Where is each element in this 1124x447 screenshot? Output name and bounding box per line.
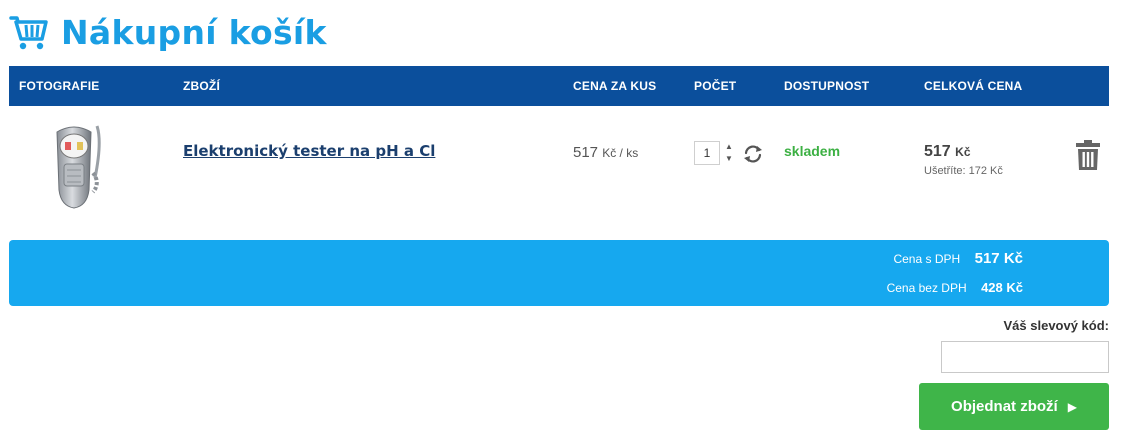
product-image[interactable] [43, 118, 105, 214]
quantity-input[interactable]: 1 [694, 141, 720, 165]
total-with-vat-value: 517 Kč [974, 250, 1023, 267]
item-total-currency: Kč [955, 145, 971, 159]
total-with-vat-label: Cena s DPH [893, 252, 961, 266]
trash-icon[interactable] [1075, 139, 1101, 171]
column-header-total: CELKOVÁ CENA [924, 79, 1023, 93]
unit-price-value: 517 [573, 144, 599, 161]
order-button-label: Objednat zboží [951, 398, 1058, 415]
play-arrow-icon: ▶ [1067, 399, 1077, 414]
total-without-vat-label: Cena bez DPH [886, 281, 967, 295]
column-header-product: ZBOŽÍ [183, 79, 220, 93]
column-header-quantity: POČET [694, 79, 737, 93]
page-title: Nákupní košík [61, 12, 327, 52]
unit-price: 517 Kč / ks [573, 144, 638, 161]
item-total-price: 517 Kč [924, 143, 971, 161]
column-header-availability: DOSTUPNOST [784, 79, 870, 93]
column-header-unit-price: CENA ZA KUS [573, 79, 657, 93]
page-header: Nákupní košík [9, 8, 327, 56]
refresh-icon[interactable] [742, 143, 764, 165]
coupon-code-input[interactable] [941, 341, 1109, 373]
product-name-link[interactable]: Elektronický tester na pH a Cl [183, 142, 435, 160]
chevron-up-icon[interactable]: ▲ [722, 141, 736, 153]
total-without-vat: Cena bez DPH 428 Kč [887, 279, 1023, 297]
item-total-value: 517 [924, 143, 951, 160]
availability-status: skladem [784, 143, 841, 159]
cart-table-header: FOTOGRAFIE ZBOŽÍ CENA ZA KUS POČET DOSTU… [9, 66, 1109, 106]
price-summary: Cena s DPH 517 Kč Cena bez DPH 428 Kč [9, 240, 1109, 306]
order-button[interactable]: Objednat zboží ▶ [919, 383, 1109, 430]
item-savings: Ušetříte: 172 Kč [924, 165, 1003, 177]
shopping-cart-icon [9, 16, 48, 50]
total-with-vat: Cena s DPH 517 Kč [893, 250, 1023, 268]
chevron-down-icon[interactable]: ▼ [722, 153, 736, 165]
quantity-stepper[interactable]: ▲ ▼ [722, 141, 736, 165]
unit-price-unit: Kč / ks [602, 146, 639, 160]
column-header-photo: FOTOGRAFIE [19, 79, 100, 93]
total-without-vat-value: 428 Kč [981, 280, 1023, 295]
coupon-label: Váš slevový kód: [1003, 318, 1110, 333]
cart-item-row: Elektronický tester na pH a Cl 517 Kč / … [9, 106, 1109, 232]
